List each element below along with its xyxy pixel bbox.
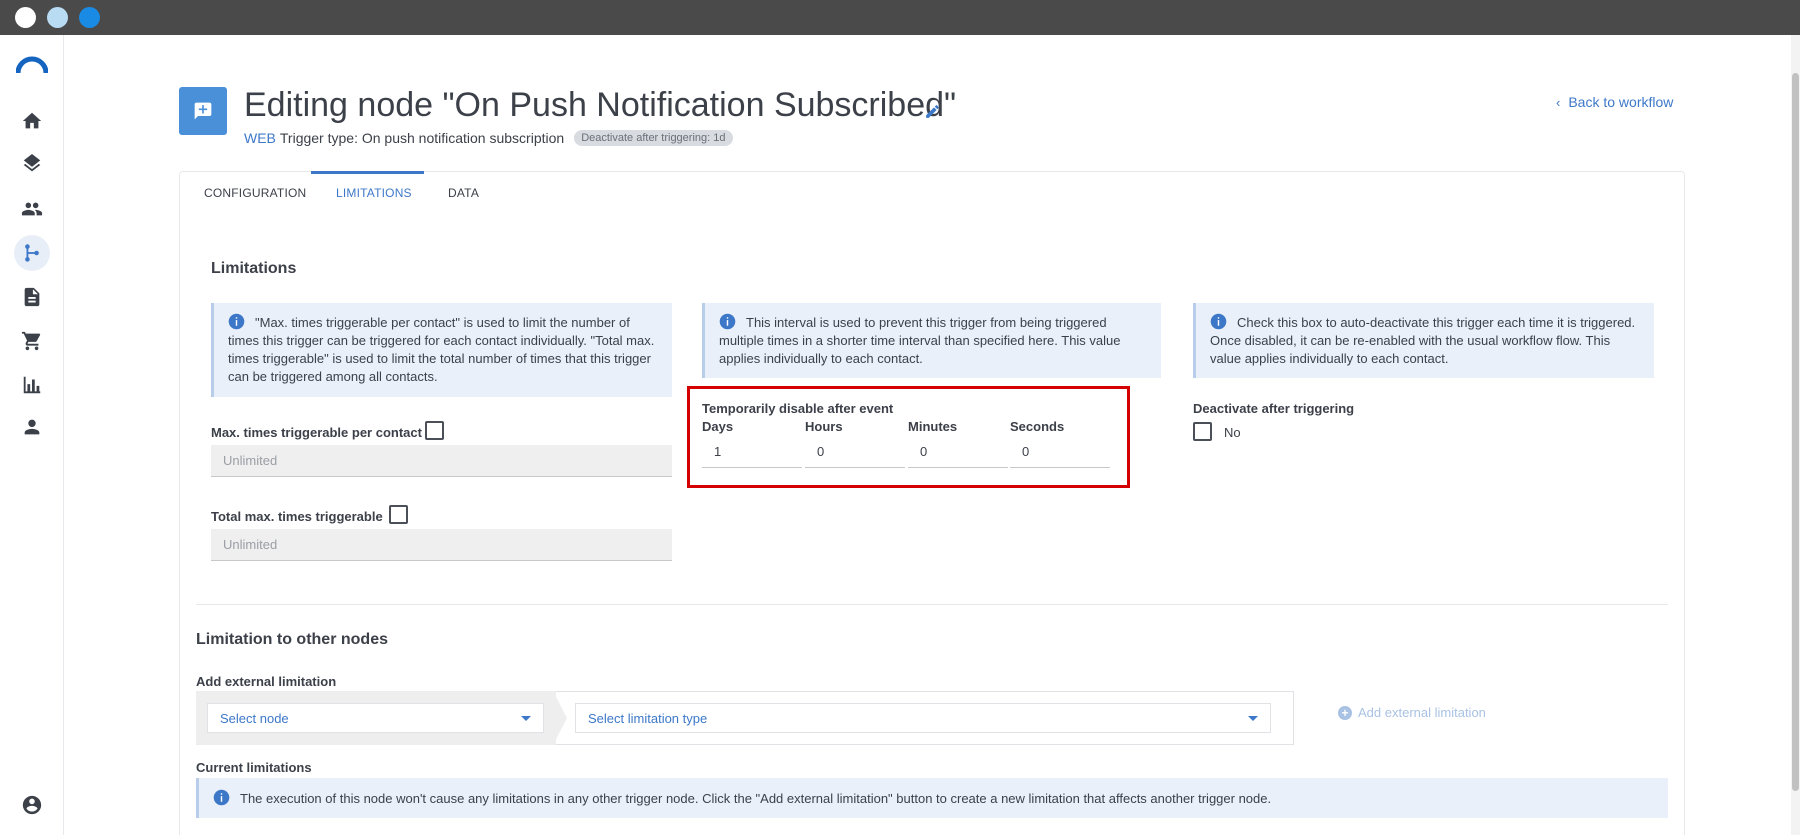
tab-data[interactable]: DATA <box>448 186 479 200</box>
sidebar-item-workflows[interactable] <box>14 235 50 271</box>
info-icon <box>719 313 736 330</box>
node-subtitle: WEB Trigger type: On push notification s… <box>244 130 733 146</box>
tab-configuration[interactable]: CONFIGURATION <box>204 186 306 200</box>
active-tab-indicator <box>311 171 424 174</box>
document-icon <box>24 287 40 307</box>
info-box-deactivate: Check this box to auto-deactivate this t… <box>1193 303 1654 378</box>
select-node-placeholder: Select node <box>220 710 289 726</box>
back-to-workflow-link[interactable]: ‹ Back to workflow <box>1556 94 1673 110</box>
sidebar-item-shop[interactable] <box>14 323 50 359</box>
hours-input[interactable] <box>805 436 905 468</box>
info-text-current-limitations: The execution of this node won't cause a… <box>240 791 1272 806</box>
max-per-contact-checkbox[interactable] <box>425 421 444 440</box>
add-external-limitation-button[interactable]: + Add external limitation <box>1338 705 1486 720</box>
deactivate-badge: Deactivate after triggering: 1d <box>574 130 733 146</box>
info-icon <box>213 789 230 806</box>
temp-disable-label: Temporarily disable after event <box>702 401 894 416</box>
minutes-input[interactable] <box>908 436 1008 468</box>
bar-chart-icon <box>23 376 41 394</box>
add-external-label: Add external limitation <box>196 674 337 689</box>
seconds-label: Seconds <box>1010 419 1065 434</box>
person-icon <box>24 419 40 435</box>
info-icon <box>228 313 245 330</box>
current-limitations-label: Current limitations <box>196 760 312 775</box>
info-text-interval: This interval is used to prevent this tr… <box>719 315 1121 366</box>
scrollbar-thumb[interactable] <box>1792 73 1799 791</box>
back-link-label: Back to workflow <box>1568 94 1674 110</box>
channel-label: WEB <box>244 130 276 146</box>
tab-limitations[interactable]: LIMITATIONS <box>336 186 412 200</box>
info-text-deactivate: Check this box to auto-deactivate this t… <box>1210 315 1636 366</box>
sidebar-item-documents[interactable] <box>14 279 50 315</box>
sidebar-account[interactable] <box>14 787 50 823</box>
plus-circle-icon: + <box>1338 705 1352 720</box>
cart-icon <box>21 331 41 351</box>
page-title: Editing node "On Push Notification Subsc… <box>244 86 957 124</box>
info-icon <box>1210 313 1227 330</box>
max-per-contact-input[interactable] <box>211 445 672 477</box>
add-external-limitation-label: Add external limitation <box>1358 705 1486 720</box>
home-icon <box>22 112 42 129</box>
select-node-dropdown[interactable]: Select node <box>207 703 544 733</box>
days-label: Days <box>702 419 734 434</box>
account-circle-icon <box>22 795 42 815</box>
logo-icon[interactable] <box>15 53 49 75</box>
minutes-label: Minutes <box>908 419 958 434</box>
chevron-down-icon <box>521 715 531 721</box>
edit-title-icon[interactable] <box>924 103 941 120</box>
chevron-left-icon: ‹ <box>1556 94 1561 110</box>
deactivate-label: Deactivate after triggering <box>1193 401 1355 416</box>
max-per-contact-label: Max. times triggerable per contact <box>211 425 422 440</box>
window-minimize-button[interactable] <box>47 7 68 28</box>
people-icon <box>21 202 43 216</box>
sidebar <box>0 35 64 835</box>
chevron-down-icon <box>1248 715 1258 721</box>
sidebar-item-users[interactable] <box>14 409 50 445</box>
section-divider <box>196 604 1668 605</box>
deactivate-value-label: No <box>1224 425 1241 440</box>
select-limitation-type-placeholder: Select limitation type <box>588 710 708 726</box>
arrow-separator-icon <box>553 691 567 745</box>
other-nodes-title: Limitation to other nodes <box>196 631 388 648</box>
hours-label: Hours <box>805 419 843 434</box>
total-max-checkbox[interactable] <box>389 505 408 524</box>
page-scrollbar[interactable] <box>1791 35 1800 835</box>
trigger-type-label: Trigger type: On push notification subsc… <box>279 130 565 146</box>
deactivate-checkbox[interactable] <box>1193 422 1212 441</box>
sidebar-item-reports[interactable] <box>14 367 50 403</box>
seconds-input[interactable] <box>1010 436 1110 468</box>
layers-icon <box>23 154 41 172</box>
window-close-button[interactable] <box>15 7 36 28</box>
sidebar-item-contacts[interactable] <box>14 191 50 227</box>
limitations-title: Limitations <box>211 260 297 277</box>
info-box-current-limitations: The execution of this node won't cause a… <box>196 778 1668 818</box>
total-max-input[interactable] <box>211 529 672 561</box>
days-input[interactable] <box>702 436 802 468</box>
info-text-max-times: "Max. times triggerable per contact" is … <box>228 315 655 384</box>
window-titlebar <box>0 0 1800 35</box>
sidebar-item-home[interactable] <box>14 103 50 139</box>
info-box-max-times: "Max. times triggerable per contact" is … <box>211 303 672 397</box>
info-box-interval: This interval is used to prevent this tr… <box>702 303 1161 378</box>
chat-notification-icon <box>194 102 212 120</box>
node-type-icon <box>179 87 227 135</box>
window-maximize-button[interactable] <box>79 7 100 28</box>
select-limitation-type-dropdown[interactable]: Select limitation type <box>575 703 1271 733</box>
total-max-label: Total max. times triggerable <box>211 509 383 524</box>
sidebar-item-layers[interactable] <box>14 147 50 183</box>
workflow-icon <box>25 244 39 262</box>
